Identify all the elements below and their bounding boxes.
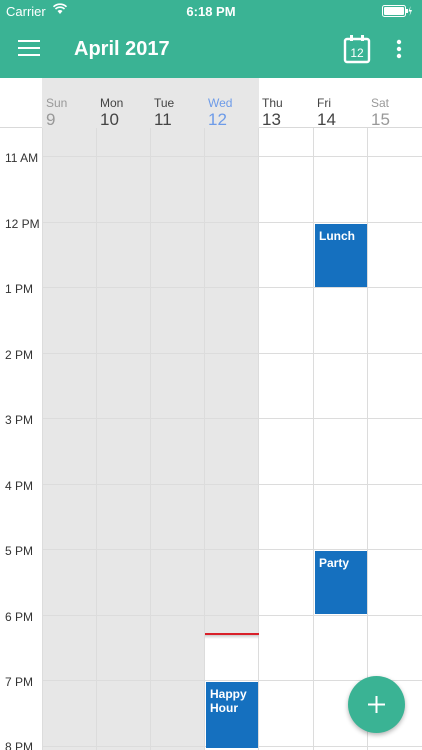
- day-divider: [150, 128, 151, 750]
- day-header-wed[interactable]: Wed 12: [204, 96, 258, 129]
- app-bar: April 2017 12: [0, 22, 422, 78]
- hour-line: [42, 287, 422, 288]
- page-title: April 2017: [74, 38, 170, 60]
- hour-line: [42, 353, 422, 354]
- hour-line: [42, 484, 422, 485]
- day-header-sat[interactable]: Sat 15: [367, 96, 421, 129]
- day-number: 11: [154, 110, 172, 129]
- today-calendar-button[interactable]: 12: [343, 34, 371, 64]
- hour-label: 5 PM: [5, 544, 34, 558]
- hour-label: 7 PM: [5, 675, 34, 689]
- day-name: Mon: [100, 96, 124, 110]
- event-party[interactable]: Party: [315, 551, 367, 614]
- day-divider: [204, 128, 205, 750]
- day-number: 9: [46, 110, 56, 129]
- menu-icon-bar: [18, 40, 40, 42]
- more-options-icon[interactable]: [392, 38, 406, 62]
- hour-label: 2 PM: [5, 348, 34, 362]
- current-time-shadow: [205, 635, 259, 639]
- menu-icon-bar: [18, 54, 40, 56]
- add-event-button[interactable]: [348, 676, 405, 733]
- hour-label: 3 PM: [5, 413, 34, 427]
- day-number: 10: [100, 110, 119, 129]
- day-name: Sat: [371, 96, 390, 110]
- hour-line: [42, 156, 422, 157]
- today-day-number: 12: [350, 46, 364, 60]
- calendar-grid[interactable]: 11 AM 12 PM 1 PM 2 PM 3 PM 4 PM 5 PM 6 P…: [0, 128, 422, 750]
- day-header-fri[interactable]: Fri 14: [313, 96, 367, 129]
- menu-button[interactable]: [18, 40, 40, 60]
- hour-label: 1 PM: [5, 282, 34, 296]
- day-name: Fri: [317, 96, 331, 110]
- day-divider: [313, 128, 314, 750]
- day-header-mon[interactable]: Mon 10: [96, 96, 150, 129]
- hour-line: [42, 418, 422, 419]
- day-number: 13: [262, 110, 281, 129]
- day-name: Sun: [46, 96, 68, 110]
- status-bar: Carrier 6:18 PM: [0, 0, 422, 22]
- hour-line: [42, 615, 422, 616]
- day-name: Thu: [262, 96, 283, 110]
- day-divider: [42, 128, 43, 750]
- hour-label: 12 PM: [5, 217, 40, 231]
- day-number: 14: [317, 110, 336, 129]
- plus-icon: [368, 696, 385, 713]
- day-name: Wed: [208, 96, 233, 110]
- hour-label: 6 PM: [5, 610, 34, 624]
- day-number: 15: [371, 110, 390, 129]
- hour-line: [42, 222, 422, 223]
- menu-icon-bar: [18, 47, 40, 49]
- day-divider: [367, 128, 368, 750]
- hour-label: 11 AM: [5, 151, 39, 165]
- hour-line: [42, 549, 422, 550]
- day-header-sun[interactable]: Sun 9: [42, 96, 96, 129]
- day-divider: [96, 128, 97, 750]
- day-number: 12: [208, 110, 227, 129]
- day-header-thu[interactable]: Thu 13: [258, 96, 312, 129]
- day-name: Tue: [154, 96, 175, 110]
- hour-label: 8 PM: [5, 740, 34, 750]
- event-happy-hour[interactable]: Happy Hour: [206, 682, 258, 748]
- day-divider: [258, 128, 259, 750]
- day-header-tue[interactable]: Tue 11: [150, 96, 204, 129]
- status-time: 6:18 PM: [186, 4, 236, 19]
- hour-label: 4 PM: [5, 479, 34, 493]
- week-day-header: Sun 9 Mon 10 Tue 11 Wed 12 Thu 13 Fri 14…: [0, 78, 422, 129]
- event-lunch[interactable]: Lunch: [315, 224, 367, 287]
- battery-icon: [382, 5, 412, 17]
